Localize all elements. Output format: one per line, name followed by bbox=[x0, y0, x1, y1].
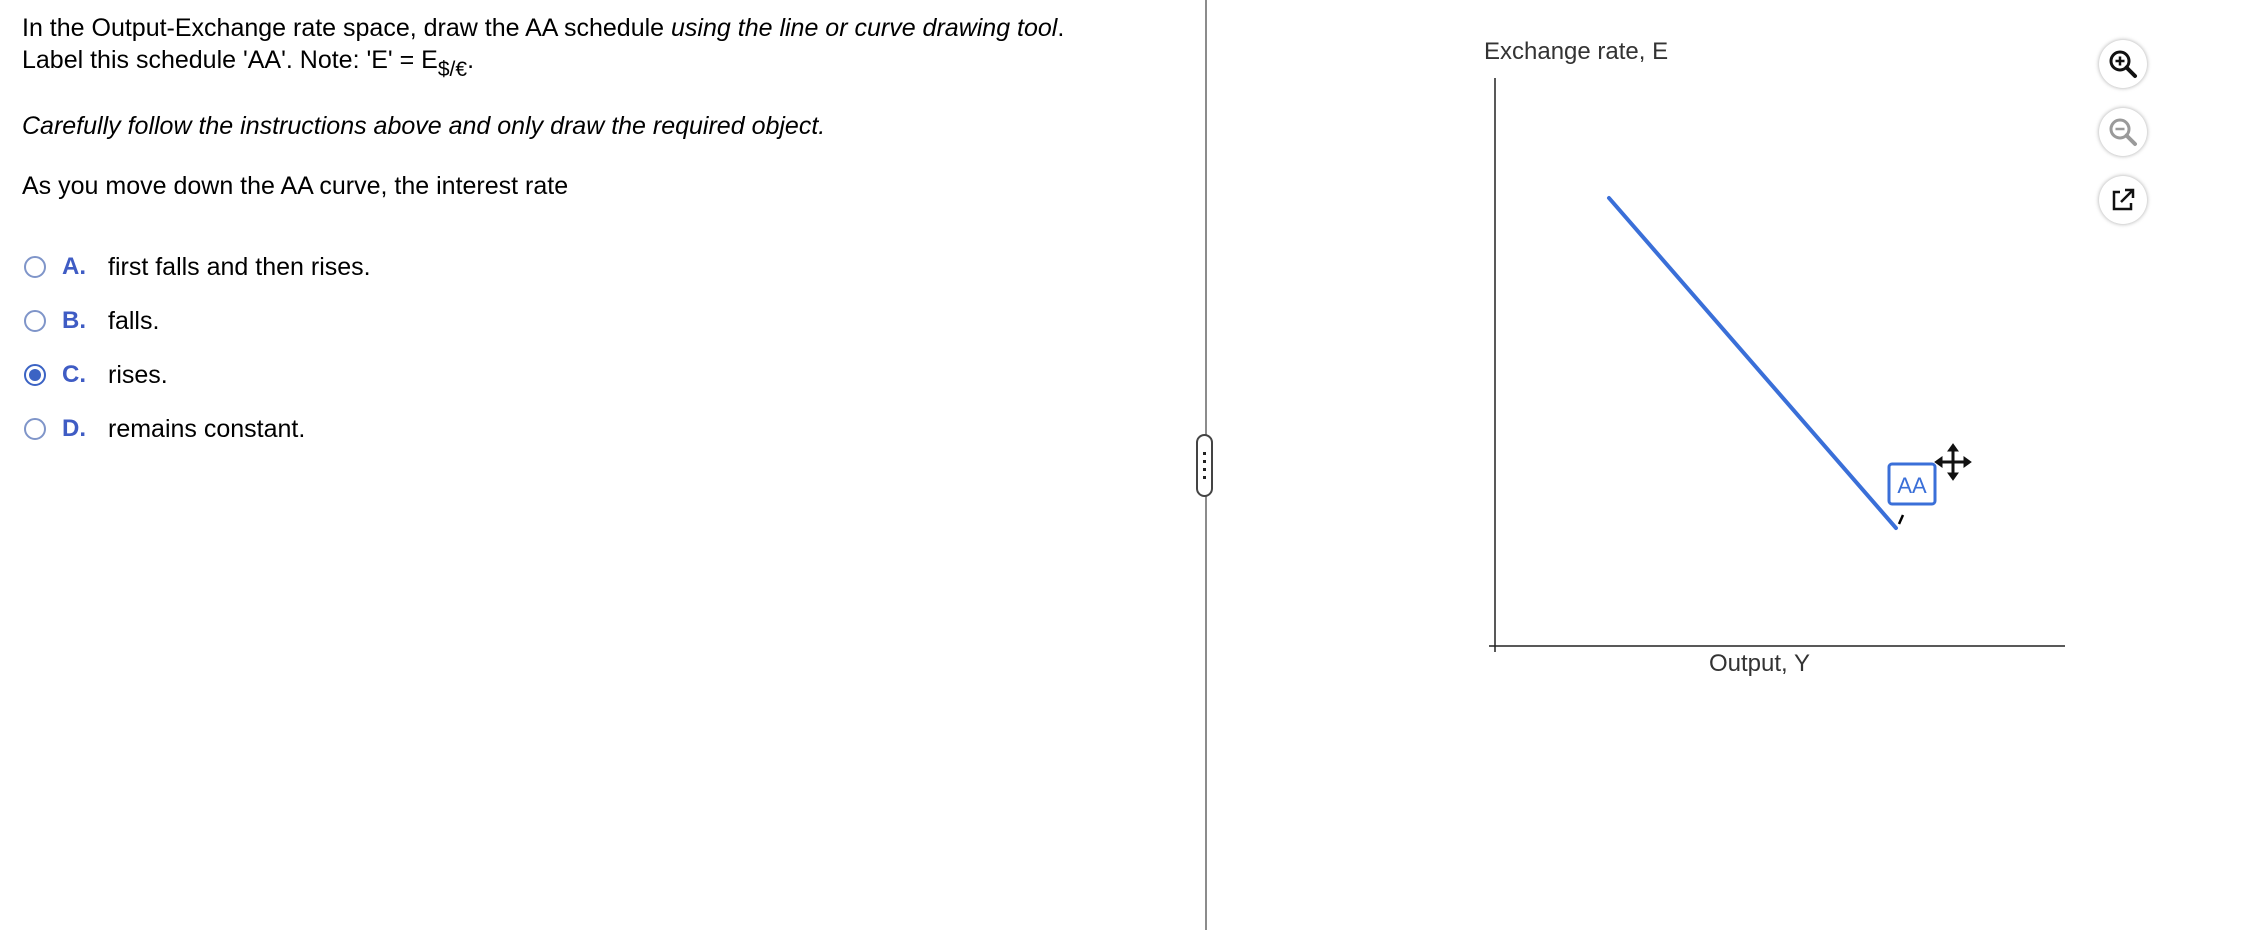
y-axis-label: Exchange rate, E bbox=[1484, 38, 1669, 65]
radio-button[interactable] bbox=[24, 418, 46, 440]
curve-label-aa: AA bbox=[1897, 473, 1927, 498]
prompt-text: As you move down the AA curve, the inter… bbox=[22, 172, 569, 200]
move-icon[interactable] bbox=[1934, 443, 1972, 481]
question-text: In the Output-Exchange rate space, draw … bbox=[22, 12, 1064, 86]
popout-icon bbox=[2112, 188, 2135, 211]
option-text: first falls and then rises. bbox=[108, 252, 371, 281]
question-line-2: Label this schedule 'AA'. Note: 'E' = E$… bbox=[22, 46, 475, 81]
option-a[interactable]: A. first falls and then rises. bbox=[24, 240, 371, 294]
radio-button[interactable] bbox=[24, 310, 46, 332]
label-leader-line bbox=[1897, 514, 1905, 525]
option-b[interactable]: B. falls. bbox=[24, 294, 371, 348]
option-letter: C. bbox=[62, 361, 86, 388]
option-text: rises. bbox=[108, 360, 168, 389]
aa-curve[interactable] bbox=[1607, 196, 1898, 530]
option-c[interactable]: C. rises. bbox=[24, 348, 371, 402]
zoom-out-icon bbox=[2109, 118, 2137, 146]
question-line-1: In the Output-Exchange rate space, draw … bbox=[22, 14, 1065, 42]
zoom-in-button[interactable] bbox=[2099, 40, 2147, 88]
radio-button[interactable] bbox=[24, 256, 46, 278]
option-text: falls. bbox=[108, 306, 160, 335]
x-axis-label: Output, Y bbox=[1709, 650, 1810, 677]
option-text: remains constant. bbox=[108, 414, 306, 443]
subscript: $/€ bbox=[437, 58, 468, 81]
radio-button-selected[interactable] bbox=[24, 364, 46, 386]
popout-button[interactable] bbox=[2099, 176, 2147, 224]
option-letter: B. bbox=[62, 307, 86, 334]
question-pane: In the Output-Exchange rate space, draw … bbox=[0, 0, 1205, 930]
answer-options: A. first falls and then rises. B. falls.… bbox=[24, 240, 371, 456]
instruction-text: Carefully follow the instructions above … bbox=[22, 112, 826, 140]
zoom-in-icon bbox=[2109, 50, 2137, 78]
option-letter: A. bbox=[62, 253, 86, 280]
option-letter: D. bbox=[62, 415, 86, 442]
option-d[interactable]: D. remains constant. bbox=[24, 402, 371, 456]
zoom-out-button[interactable] bbox=[2099, 108, 2147, 156]
